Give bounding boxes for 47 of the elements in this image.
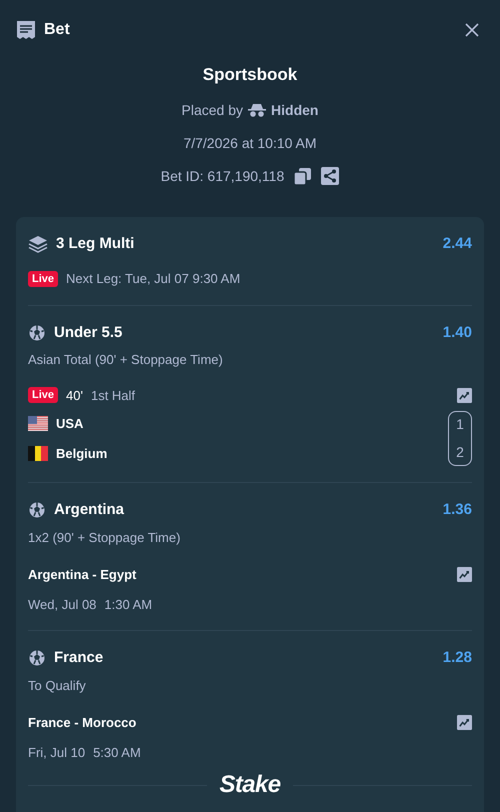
multi-title: 3 Leg Multi <box>56 234 134 254</box>
stats-chart-icon[interactable] <box>457 388 472 403</box>
incognito-icon <box>248 103 266 117</box>
bet-datetime: 7/7/2026 at 10:10 AM <box>183 134 317 152</box>
sportsbook-title: Sportsbook <box>202 64 298 86</box>
match-period: 1st Half <box>90 386 136 404</box>
team-name: Belgium <box>56 444 108 463</box>
stats-chart-icon[interactable] <box>457 715 472 730</box>
stake-logo: Stake <box>219 772 281 798</box>
match-date: Wed, Jul 08 <box>28 596 96 614</box>
flag-icon <box>28 416 48 432</box>
soccer-ball-icon <box>28 324 46 342</box>
selection-title: France <box>54 648 104 668</box>
copy-icon[interactable] <box>294 168 312 184</box>
layers-icon <box>28 234 48 253</box>
market-name: 1x2 (90' + Stoppage Time) <box>28 528 182 547</box>
placed-by-user: Hidden <box>271 100 318 120</box>
flag-icon <box>28 446 48 461</box>
match-name: Argentina - Egypt <box>28 566 136 584</box>
live-badge: Live <box>28 387 58 404</box>
next-leg-time: Next Leg: Tue, Jul 07 9:30 AM <box>66 270 240 288</box>
bet-id: Bet ID: 617,190,118 <box>160 166 284 186</box>
odds-value: 1.36 <box>442 500 472 520</box>
selection-title: Under 5.5 <box>54 322 122 342</box>
modal-title: Bet <box>44 20 70 40</box>
match-name: France - Morocco <box>28 714 136 732</box>
score-value: 2 <box>456 443 464 462</box>
match-time: 1:30 AM <box>104 596 152 614</box>
match-minute: 40' <box>66 386 83 404</box>
selection-title: Argentina <box>54 500 124 520</box>
odds-value: 1.28 <box>442 648 472 668</box>
receipt-icon <box>16 20 36 40</box>
odds-value: 1.40 <box>442 322 472 342</box>
live-badge: Live <box>28 270 58 287</box>
close-icon <box>464 22 480 38</box>
soccer-ball-icon <box>28 501 46 520</box>
soccer-ball-icon <box>28 649 46 668</box>
market-name: Asian Total (90' + Stoppage Time) <box>28 351 224 369</box>
score-value: 1 <box>456 415 464 434</box>
total-odds: 2.44 <box>442 234 472 254</box>
market-name: To Qualify <box>28 676 87 695</box>
stats-chart-icon[interactable] <box>457 567 472 582</box>
team-name: USA <box>56 415 84 433</box>
match-time: 5:30 AM <box>93 744 141 762</box>
placed-by-label: Placed by <box>182 100 244 120</box>
share-icon[interactable] <box>321 167 340 185</box>
match-date: Fri, Jul 10 <box>28 744 86 762</box>
